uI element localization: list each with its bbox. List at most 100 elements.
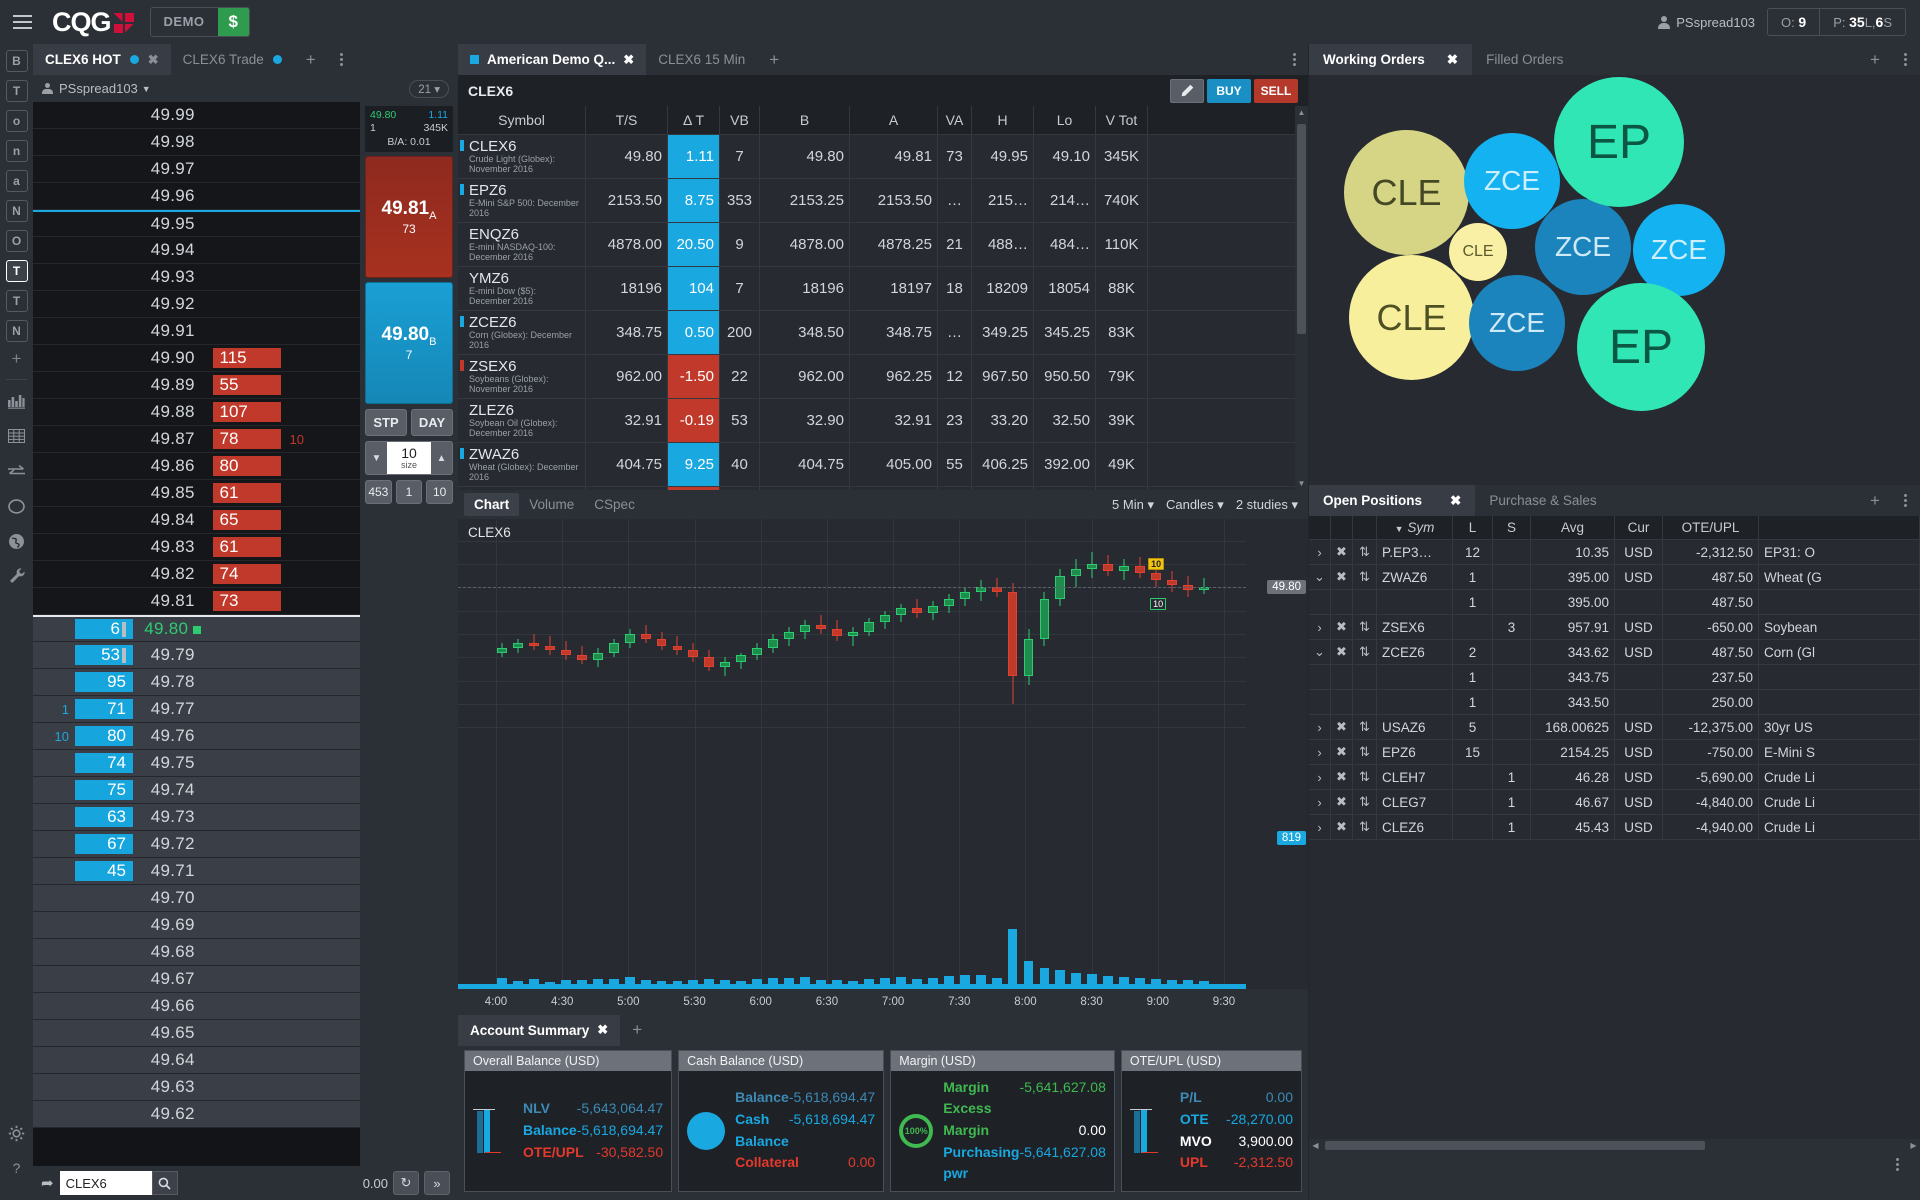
rail-button-a-4[interactable]: a — [5, 170, 28, 192]
close-position-icon[interactable]: ✖ — [1331, 715, 1353, 740]
expand-icon[interactable]: › — [1309, 540, 1331, 565]
expand-icon[interactable]: › — [1309, 815, 1331, 840]
quote-cell[interactable]: 12 — [938, 355, 972, 399]
quote-cell[interactable]: 200 — [720, 311, 760, 355]
ladder-bid-order-qty[interactable]: 1 — [33, 702, 75, 717]
symbol-search[interactable] — [59, 1171, 178, 1195]
ladder-ask-qty[interactable]: 115 — [212, 348, 281, 368]
quote-cell[interactable]: 79K — [1096, 355, 1148, 399]
ladder-bid-order-qty[interactable]: 10 — [33, 729, 75, 744]
ladder-row[interactable]: 49.69 — [33, 912, 360, 939]
quote-cell[interactable]: 392.00 — [1034, 443, 1096, 487]
rail-button-n-9[interactable]: N — [5, 320, 28, 342]
position-column-header[interactable]: S — [1493, 516, 1531, 540]
ladder-price[interactable]: 49.98 — [133, 132, 213, 152]
quote-cell[interactable]: 22 — [720, 355, 760, 399]
quote-cell[interactable]: 49.10 — [1034, 135, 1096, 179]
quote-cell[interactable]: 88K — [1096, 267, 1148, 311]
quote-cell[interactable]: 215… — [972, 179, 1034, 223]
size-increment-icon[interactable]: ▲ — [431, 442, 452, 474]
reverse-icon[interactable] — [1353, 665, 1377, 690]
quote-cell[interactable]: 32.91 — [586, 399, 668, 443]
tab-chart[interactable]: Chart — [464, 493, 520, 516]
ladder-price[interactable]: 49.94 — [133, 240, 213, 260]
ladder-row[interactable]: 49.83 61 — [33, 534, 360, 561]
ladder-price[interactable]: 49.72 — [133, 834, 213, 854]
quote-cell[interactable]: 967.50 — [972, 355, 1034, 399]
positions-table[interactable]: ▼ Sym L S Avg Cur OTE/UPL › ✖ ⇅ P.EP3… 12 10.35 USD -… — [1309, 516, 1920, 1139]
ladder-price[interactable]: 49.83 — [133, 537, 213, 557]
ladder-row[interactable]: 49.84 65 — [33, 507, 360, 534]
position-column-header[interactable] — [1759, 516, 1920, 540]
ladder-row[interactable]: 49.63 — [33, 1074, 360, 1101]
circle-icon[interactable] — [6, 495, 28, 517]
ladder-bid-qty[interactable]: 45 — [75, 861, 133, 881]
ladder-price[interactable]: 49.81 — [133, 591, 213, 611]
quick-size-1[interactable]: 1 — [395, 480, 423, 505]
ladder-row[interactable]: 74 49.75 — [33, 750, 360, 777]
ladder-row[interactable]: 49.66 — [33, 993, 360, 1020]
ladder-row[interactable]: 49.82 74 — [33, 561, 360, 588]
quote-cell[interactable]: 55 — [938, 443, 972, 487]
position-column-header[interactable]: OTE/UPL — [1663, 516, 1759, 540]
ladder-price[interactable]: 49.86 — [133, 456, 213, 476]
quote-cell[interactable]: 404.75 — [760, 443, 850, 487]
reverse-icon[interactable]: ⇅ — [1353, 565, 1377, 590]
expand-icon[interactable] — [1309, 590, 1331, 615]
close-position-icon[interactable]: ✖ — [1331, 790, 1353, 815]
ladder-price[interactable]: 49.90 — [133, 348, 213, 368]
ladder-price[interactable]: 49.89 — [133, 375, 213, 395]
ladder-row[interactable]: 10 80 49.76 — [33, 723, 360, 750]
close-icon[interactable]: ✖ — [623, 52, 634, 68]
reverse-icon[interactable]: ⇅ — [1353, 640, 1377, 665]
expand-icon[interactable] — [1309, 665, 1331, 690]
ladder-row[interactable]: 49.89 55 — [33, 372, 360, 399]
close-position-icon[interactable]: ✖ — [1331, 565, 1353, 590]
rail-button-t-7[interactable]: T — [5, 260, 28, 282]
close-position-icon[interactable]: ✖ — [1331, 740, 1353, 765]
ladder-row[interactable]: 49.91 — [33, 318, 360, 345]
quote-cell[interactable] — [1148, 443, 1308, 487]
quote-cell[interactable]: 165.56250 — [586, 487, 668, 490]
order-bubble[interactable]: ZCE — [1464, 133, 1560, 229]
refresh-icon[interactable]: ↻ — [393, 1171, 419, 1195]
quote-symbol-cell[interactable]: ZSEX6 Soybeans (Globex): November 2016 — [458, 355, 586, 399]
ladder-price[interactable]: 49.63 — [133, 1077, 213, 1097]
ladder-price[interactable]: 49.73 — [133, 807, 213, 827]
ladder-price[interactable]: 49.82 — [133, 564, 213, 584]
quote-board-menu-icon[interactable] — [1280, 44, 1308, 75]
quote-cell[interactable]: 32.90 — [760, 399, 850, 443]
tab-clex6-trade[interactable]: CLEX6 Trade — [171, 44, 294, 75]
quote-cell[interactable]: 962.00 — [586, 355, 668, 399]
sell-order-button[interactable]: 49.81A 73 — [365, 156, 453, 279]
position-column-header[interactable] — [1331, 516, 1353, 540]
quote-cell[interactable]: 49K — [1096, 443, 1148, 487]
ladder-price[interactable]: 49.79 — [133, 645, 213, 665]
quick-size-0[interactable]: 453 — [365, 480, 392, 505]
ladder-price[interactable]: 49.62 — [133, 1104, 213, 1124]
quote-cell[interactable]: 110K — [1096, 223, 1148, 267]
quote-cell[interactable]: 18209 — [972, 267, 1034, 311]
quote-cell[interactable]: 345K — [1096, 135, 1148, 179]
ladder-row[interactable]: 49.98 — [33, 129, 360, 156]
ladder-price[interactable]: 49.99 — [133, 105, 213, 125]
ladder-row[interactable]: 49.94 — [33, 237, 360, 264]
quote-cell[interactable]: 165.… — [1034, 487, 1096, 490]
tab-purchase-sales[interactable]: Purchase & Sales — [1475, 485, 1610, 516]
ladder-bid-qty[interactable]: 80 — [75, 726, 133, 746]
quote-cell[interactable]: 4878.25 — [850, 223, 938, 267]
quote-cell[interactable]: 40 — [720, 443, 760, 487]
quote-cell[interactable]: 73 — [938, 135, 972, 179]
quote-cell[interactable]: 18197 — [850, 267, 938, 311]
symbol-search-input[interactable] — [59, 1171, 152, 1195]
day-order-button[interactable]: DAY — [411, 409, 453, 437]
ladder-row[interactable]: 49.68 — [33, 939, 360, 966]
quote-column-header[interactable]: B — [760, 106, 850, 135]
quote-cell[interactable]: 9 — [720, 223, 760, 267]
ladder-row[interactable]: 75 49.74 — [33, 777, 360, 804]
ladder-row[interactable]: 49.85 61 — [33, 480, 360, 507]
rail-button-b-0[interactable]: B — [5, 50, 28, 72]
scroll-left-icon[interactable]: ◀ — [1309, 1139, 1322, 1152]
studies-dropdown[interactable]: 2 studies ▾ — [1236, 497, 1298, 513]
reverse-icon[interactable]: ⇅ — [1353, 540, 1377, 565]
